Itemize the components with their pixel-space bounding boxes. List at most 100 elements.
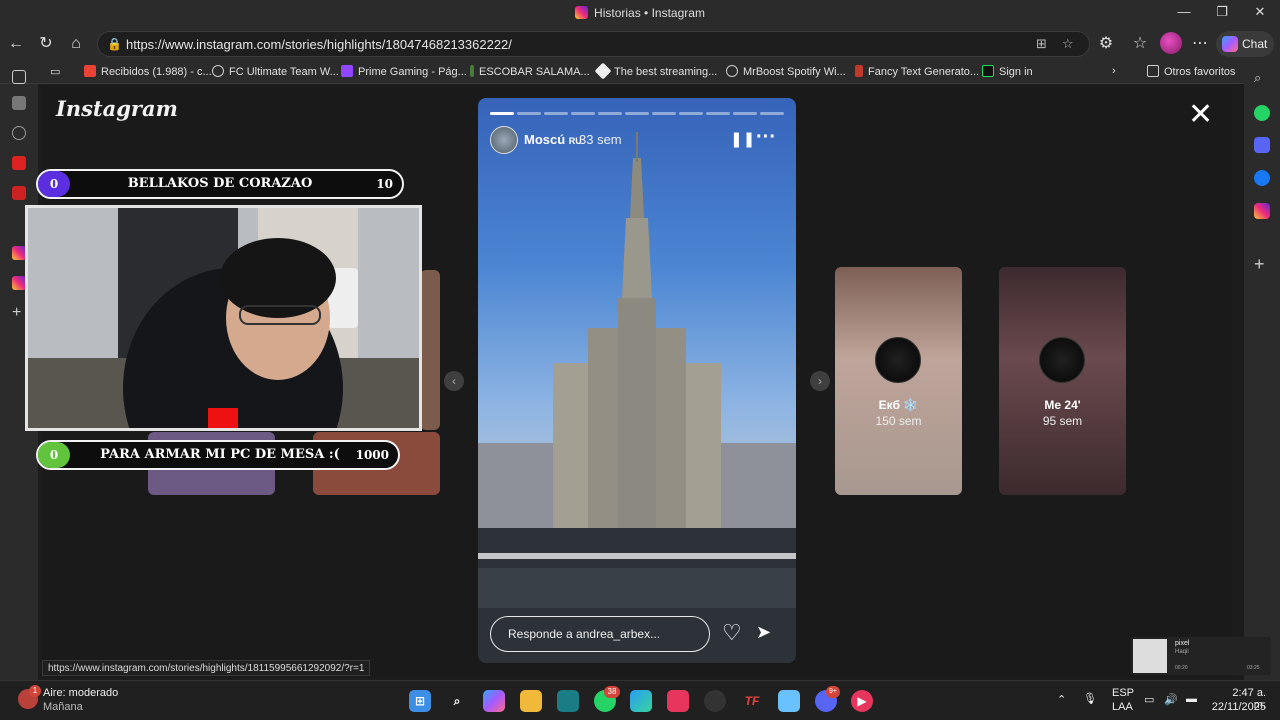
language-top[interactable]: ESP bbox=[1112, 687, 1134, 699]
app-icon[interactable] bbox=[557, 690, 579, 712]
microphone-icon[interactable]: 🎙 bbox=[1083, 692, 1097, 705]
more-menu-icon[interactable]: ⋯ bbox=[1188, 32, 1212, 56]
lock-icon: 🔒 bbox=[107, 37, 122, 51]
previous-story-arrow[interactable]: ‹ bbox=[444, 371, 464, 391]
close-stories-button[interactable]: ✕ bbox=[1188, 100, 1213, 130]
extensions-icon[interactable]: ⚙ bbox=[1094, 32, 1118, 56]
address-url: https://www.instagram.com/stories/highli… bbox=[126, 37, 512, 52]
profile-avatar[interactable] bbox=[1160, 32, 1182, 54]
close-window-button[interactable]: ✕ bbox=[1250, 4, 1270, 24]
bookmark-prime-gaming[interactable]: Prime Gaming - Pág... bbox=[341, 65, 467, 78]
battery-icon[interactable]: ▬ bbox=[1186, 693, 1197, 705]
tab-actions-icon[interactable] bbox=[12, 70, 26, 84]
favorites-icon[interactable]: ☆ bbox=[1128, 32, 1152, 56]
edge-sidebar: ⌕ + bbox=[1244, 60, 1280, 680]
other-favorites[interactable]: Otros favoritos bbox=[1147, 65, 1236, 78]
mini-media-player[interactable]: pixel Haqii 00:20 03:25 bbox=[1131, 637, 1271, 675]
story-user-avatar bbox=[1039, 337, 1085, 383]
copilot-icon bbox=[1222, 36, 1238, 52]
send-icon[interactable]: ➤ bbox=[756, 622, 771, 643]
bookmarks-menu-icon[interactable]: ▭ bbox=[50, 65, 60, 78]
story-preview-ekb[interactable]: Екб ❄️ 150 sem bbox=[835, 267, 962, 495]
instagram-tab-icon[interactable] bbox=[12, 276, 26, 290]
restore-button[interactable]: ❐ bbox=[1212, 4, 1232, 24]
facebook-icon[interactable] bbox=[1254, 170, 1270, 186]
track-title: pixel bbox=[1175, 640, 1190, 647]
bookmark-gmail[interactable]: Recibidos (1.988) - c... bbox=[84, 65, 212, 78]
address-bar[interactable]: 🔒 https://www.instagram.com/stories/high… bbox=[97, 31, 1090, 57]
start-button[interactable]: ⊞ bbox=[409, 690, 431, 712]
home-button[interactable]: ⌂ bbox=[64, 32, 88, 56]
goal-bar-top: 0 BELLAKOS DE CORAZAO 10 bbox=[36, 169, 404, 199]
windows-taskbar: 1 Aire: moderado Mañana ⊞ ⌕ 38 TF 9+ ▶ ⌃… bbox=[0, 680, 1280, 720]
add-sidebar-icon[interactable]: + bbox=[1254, 255, 1270, 273]
gmail-icon bbox=[84, 65, 96, 77]
network-icon[interactable]: ▭ bbox=[1144, 693, 1154, 706]
clock-date: 22/11/2025 bbox=[1211, 701, 1266, 713]
tray-overflow-icon[interactable]: ⌃ bbox=[1057, 693, 1066, 706]
copilot-icon[interactable] bbox=[483, 690, 505, 712]
instagram-icon bbox=[575, 6, 589, 19]
next-story-arrow[interactable]: › bbox=[810, 371, 830, 391]
bookmark-streaming[interactable]: The best streaming... bbox=[594, 62, 717, 80]
file-explorer-icon[interactable] bbox=[520, 690, 542, 712]
goal-target: 1000 bbox=[355, 448, 389, 462]
tiktok-icon[interactable] bbox=[667, 690, 689, 712]
story-preview-left[interactable] bbox=[420, 270, 440, 430]
instagram-tab-icon[interactable] bbox=[12, 246, 26, 260]
minimize-button[interactable]: — bbox=[1174, 4, 1194, 24]
tab-icon[interactable] bbox=[12, 96, 26, 110]
story-username[interactable]: Moscú RU bbox=[524, 132, 582, 147]
instagram-logo[interactable]: Instagram bbox=[56, 96, 178, 121]
search-icon[interactable]: ⌕ bbox=[446, 690, 468, 712]
whatsapp-icon[interactable] bbox=[1254, 105, 1270, 121]
search-icon[interactable]: ⌕ bbox=[1254, 70, 1270, 86]
story-timestamp: 150 sem bbox=[875, 414, 922, 428]
pause-icon[interactable]: ❚❚ bbox=[730, 130, 755, 148]
volume-icon[interactable]: 🔊 bbox=[1164, 693, 1178, 706]
notepad-icon[interactable] bbox=[778, 690, 800, 712]
app-icon[interactable] bbox=[704, 690, 726, 712]
tab-icon[interactable] bbox=[12, 186, 26, 200]
other-favorites-label: Otros favoritos bbox=[1164, 66, 1236, 78]
media-player-icon[interactable]: ▶ bbox=[851, 690, 873, 712]
story-user-avatar[interactable] bbox=[490, 126, 518, 154]
window-titlebar: Historias • Instagram — ❐ ✕ bbox=[0, 0, 1280, 28]
weather-title[interactable]: Aire: moderado bbox=[43, 687, 118, 699]
bookmark-mrboost[interactable]: MrBoost Spotify Wi... bbox=[726, 65, 846, 78]
favorite-star-icon[interactable]: ☆ bbox=[1062, 36, 1074, 52]
globe-icon[interactable] bbox=[12, 126, 26, 140]
more-options-icon[interactable]: ··· bbox=[756, 126, 776, 149]
bookmark-sign-in[interactable]: Sign in bbox=[982, 65, 1033, 78]
tf-icon[interactable]: TF bbox=[741, 690, 763, 712]
bookmark-escobar[interactable]: ESCOBAR SALAMA... bbox=[470, 65, 590, 78]
track-artist: Haqii bbox=[1175, 649, 1189, 655]
youtube-icon[interactable] bbox=[12, 156, 26, 170]
track-duration: 03:25 bbox=[1247, 665, 1260, 671]
back-button[interactable]: ← bbox=[4, 32, 28, 56]
globe-icon bbox=[726, 65, 738, 77]
bookmark-fancy-text[interactable]: Fancy Text Generato... bbox=[855, 65, 979, 78]
diamond-icon bbox=[594, 62, 612, 80]
like-heart-icon[interactable]: ♡ bbox=[722, 620, 742, 646]
app-available-icon[interactable]: ⊞ bbox=[1036, 36, 1047, 52]
weather-badge: 1 bbox=[29, 685, 41, 697]
prime-gaming-icon bbox=[341, 65, 353, 77]
bookmarks-overflow-icon[interactable]: › bbox=[1112, 65, 1116, 77]
bookmark-label: FC Ultimate Team W... bbox=[229, 66, 339, 78]
goal-label: PARA ARMAR MI PC DE MESA :( bbox=[100, 447, 340, 462]
story-username-text: Moscú bbox=[524, 132, 566, 147]
reply-input[interactable]: Responde a andrea_arbex... bbox=[490, 616, 710, 652]
bookmark-label: ESCOBAR SALAMA... bbox=[479, 66, 590, 78]
discord-badge: 9+ bbox=[826, 686, 840, 698]
new-tab-icon[interactable]: + bbox=[12, 305, 26, 321]
edge-icon[interactable] bbox=[630, 690, 652, 712]
refresh-button[interactable]: ↻ bbox=[34, 32, 58, 56]
active-story[interactable]: Moscú RU 33 sem ❚❚ ··· Responde a andrea… bbox=[478, 98, 796, 663]
discord-icon[interactable] bbox=[1254, 137, 1270, 153]
story-preview-me24[interactable]: Me 24' 95 sem bbox=[999, 267, 1126, 495]
copilot-chat-button[interactable]: Chat bbox=[1216, 31, 1274, 57]
bookmark-fc[interactable]: FC Ultimate Team W... bbox=[212, 65, 339, 78]
instagram-icon[interactable] bbox=[1254, 203, 1270, 219]
story-username: Me 24' bbox=[1044, 398, 1081, 412]
